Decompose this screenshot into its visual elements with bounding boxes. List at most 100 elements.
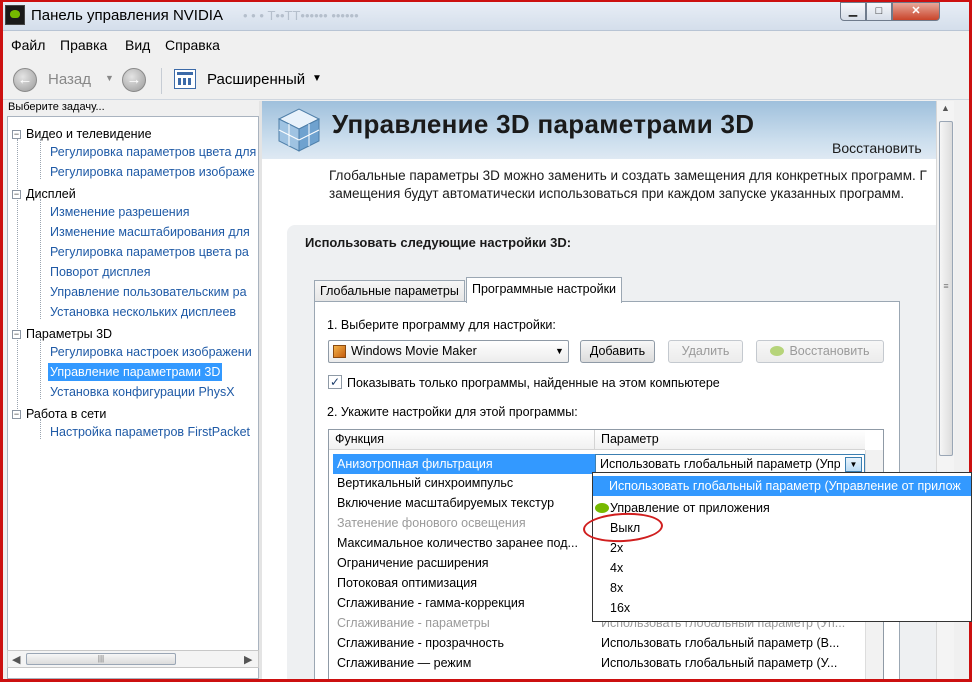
column-header-function[interactable]: Функция bbox=[329, 430, 595, 450]
remove-program-button[interactable]: Удалить bbox=[668, 340, 743, 363]
minimize-button[interactable]: ▁ bbox=[840, 2, 866, 21]
table-row-parameter[interactable]: Использовать глобальный параметр (У... bbox=[601, 653, 859, 673]
restore-program-label: Восстановить bbox=[789, 344, 870, 358]
tree-item-custom-resolution[interactable]: Управление пользовательским ра bbox=[50, 283, 247, 301]
toolbar: ← Назад ▼ → Расширенный ▼ bbox=[3, 60, 969, 100]
table-row-function[interactable]: Сглаживание — режим bbox=[337, 653, 471, 673]
tree-category-network[interactable]: − Работа в сети bbox=[12, 405, 106, 423]
restore-program-button[interactable]: Восстановить bbox=[756, 340, 884, 363]
chevron-down-icon[interactable]: ▼ bbox=[845, 457, 862, 472]
menu-file[interactable]: Файл bbox=[11, 37, 45, 53]
parameter-dropdown-list[interactable]: Использовать глобальный параметр (Управл… bbox=[592, 472, 972, 622]
tab-global-settings[interactable]: Глобальные параметры bbox=[314, 280, 465, 302]
settings-heading: Использовать следующие настройки 3D: bbox=[305, 235, 572, 250]
tree-category-label: Параметры 3D bbox=[26, 327, 113, 341]
maximize-button[interactable]: □ bbox=[866, 2, 892, 21]
nvidia-icon bbox=[770, 346, 785, 356]
menu-view[interactable]: Вид bbox=[125, 37, 150, 53]
dropdown-option-16x[interactable]: 16x bbox=[593, 598, 971, 618]
table-row-function[interactable]: Вертикальный синхроимпульс bbox=[337, 473, 513, 493]
tree-item-3d-image-settings[interactable]: Регулировка настроек изображени bbox=[50, 343, 252, 361]
scroll-left-icon[interactable]: ◀ bbox=[12, 653, 20, 666]
table-row-function[interactable]: Анизотропная фильтрация bbox=[333, 454, 595, 474]
tree-connector bbox=[17, 139, 18, 419]
parameter-combobox-value: Использовать глобальный параметр (Упр bbox=[600, 457, 840, 471]
dropdown-option-2x[interactable]: 2x bbox=[593, 538, 971, 558]
restore-link[interactable]: Восстановить bbox=[832, 140, 922, 156]
tree-category-display[interactable]: − Дисплей bbox=[12, 185, 76, 203]
table-row-function[interactable]: Включение масштабируемых текстур bbox=[337, 493, 554, 513]
window-title: Панель управления NVIDIA bbox=[31, 7, 223, 24]
back-button-label[interactable]: Назад bbox=[48, 71, 91, 88]
tree-category-video[interactable]: − Видео и телевидение bbox=[12, 125, 152, 143]
view-mode-icon[interactable] bbox=[174, 69, 196, 89]
collapse-icon[interactable]: − bbox=[12, 330, 21, 339]
tree-item-resolution[interactable]: Изменение разрешения bbox=[50, 203, 189, 221]
collapse-icon[interactable]: − bbox=[12, 410, 21, 419]
table-row-function[interactable]: Сглаживание - гамма-коррекция bbox=[337, 593, 525, 613]
tree-item-firstpacket[interactable]: Настройка параметров FirstPacket bbox=[50, 423, 250, 441]
tree-category-label: Дисплей bbox=[26, 187, 76, 201]
close-button[interactable]: ✕ bbox=[892, 2, 940, 21]
menu-help[interactable]: Справка bbox=[165, 37, 220, 53]
scroll-right-icon[interactable]: ▶ bbox=[244, 653, 252, 666]
tree-category-3d[interactable]: − Параметры 3D bbox=[12, 325, 112, 343]
tree-item-rotation[interactable]: Поворот дисплея bbox=[50, 263, 151, 281]
tree-item-manage-3d[interactable]: Управление параметрами 3D bbox=[48, 363, 223, 381]
forward-arrow-icon[interactable]: → bbox=[122, 68, 146, 92]
page-header-banner: Управление 3D параметрами 3D Восстановит… bbox=[262, 101, 936, 159]
table-row-function[interactable]: Затенение фонового освещения bbox=[337, 513, 526, 533]
dropdown-option-8x[interactable]: 8x bbox=[593, 578, 971, 598]
tree-connector bbox=[40, 199, 41, 319]
step2-label: 2. Укажите настройки для этой программы: bbox=[327, 405, 578, 419]
menu-edit[interactable]: Правка bbox=[60, 37, 107, 53]
program-select-value: Windows Movie Maker bbox=[351, 344, 477, 358]
table-row-function[interactable]: Ограничение расширения bbox=[337, 553, 489, 573]
scroll-thumb[interactable]: ≡ bbox=[939, 121, 953, 456]
tree-connector bbox=[40, 339, 41, 399]
back-dropdown-icon[interactable]: ▼ bbox=[105, 73, 114, 83]
task-label: Выберите задачу... bbox=[8, 101, 105, 113]
task-tree[interactable]: − Видео и телевидение Регулировка парамет… bbox=[7, 116, 259, 679]
tree-category-label: Видео и телевидение bbox=[26, 127, 152, 141]
background-window-ghost-text: • • • Т••ТТ•••••• •••••• bbox=[243, 8, 359, 23]
view-mode-dropdown-icon[interactable]: ▼ bbox=[312, 73, 322, 84]
tree-item-multi-display[interactable]: Установка нескольких дисплеев bbox=[50, 303, 236, 321]
program-select[interactable]: Windows Movie Maker ▼ bbox=[328, 340, 569, 363]
view-mode-button[interactable]: Расширенный bbox=[207, 71, 305, 88]
page-title: Управление 3D параметрами 3D bbox=[332, 109, 755, 139]
toolbar-separator bbox=[161, 68, 162, 94]
title-bar[interactable]: Панель управления NVIDIA • • • Т••ТТ••••… bbox=[3, 2, 969, 31]
tree-horizontal-scrollbar[interactable]: ◀ ||| ▶ bbox=[7, 650, 259, 668]
back-arrow-icon[interactable]: ← bbox=[13, 68, 37, 92]
tree-item-video-color[interactable]: Регулировка параметров цвета для bbox=[50, 143, 256, 161]
table-row-function[interactable]: Максимальное количество заранее под... bbox=[337, 533, 578, 553]
nvidia-logo-icon bbox=[5, 5, 25, 25]
page-description: Глобальные параметры 3D можно заменить и… bbox=[329, 168, 927, 201]
dropdown-option-4x[interactable]: 4x bbox=[593, 558, 971, 578]
step1-label: 1. Выберите программу для настройки: bbox=[327, 318, 556, 332]
tab-program-settings[interactable]: Программные настройки bbox=[466, 277, 623, 303]
collapse-icon[interactable]: − bbox=[12, 130, 21, 139]
scroll-thumb[interactable]: ||| bbox=[26, 653, 176, 665]
scroll-up-icon[interactable]: ▲ bbox=[941, 103, 950, 113]
column-header-parameter[interactable]: Параметр bbox=[595, 430, 865, 450]
table-row-parameter[interactable]: Использовать глобальный параметр (В... bbox=[601, 633, 859, 653]
show-found-only-checkbox[interactable]: ✓ bbox=[328, 375, 342, 389]
tree-item-desktop-color[interactable]: Регулировка параметров цвета ра bbox=[50, 243, 249, 261]
add-program-button[interactable]: Добавить bbox=[580, 340, 655, 363]
show-found-only-label[interactable]: Показывать только программы, найденные н… bbox=[347, 376, 720, 390]
table-row-function[interactable]: Потоковая оптимизация bbox=[337, 573, 477, 593]
chevron-down-icon[interactable]: ▼ bbox=[555, 346, 564, 356]
nvidia-icon bbox=[595, 503, 609, 513]
3d-settings-icon bbox=[277, 108, 321, 152]
tree-item-scaling[interactable]: Изменение масштабирования для bbox=[50, 223, 250, 241]
tree-category-label: Работа в сети bbox=[26, 407, 107, 421]
tree-item-video-image[interactable]: Регулировка параметров изображе bbox=[50, 163, 255, 181]
table-row-function[interactable]: Сглаживание - прозрачность bbox=[337, 633, 504, 653]
collapse-icon[interactable]: − bbox=[12, 190, 21, 199]
tree-item-physx[interactable]: Установка конфигурации PhysX bbox=[50, 383, 235, 401]
dropdown-option-global[interactable]: Использовать глобальный параметр (Управл… bbox=[593, 476, 971, 496]
table-row-function[interactable]: Сглаживание - параметры bbox=[337, 613, 490, 633]
movie-maker-icon bbox=[333, 345, 346, 358]
